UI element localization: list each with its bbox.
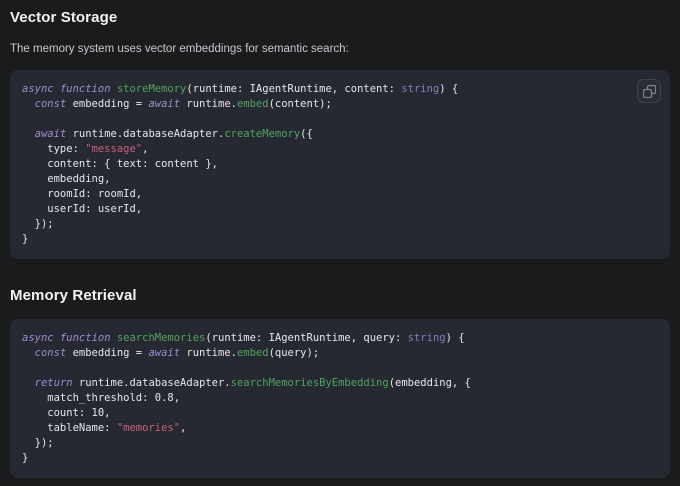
code-line: async function searchMemories(runtime: I… <box>22 331 658 346</box>
copy-code-button[interactable] <box>637 79 661 103</box>
section-heading-memory-retrieval: Memory Retrieval <box>10 286 670 306</box>
code-line <box>22 361 658 376</box>
section-memory-retrieval: Memory Retrieval async function searchMe… <box>10 286 670 478</box>
section-intro-text: The memory system uses vector embeddings… <box>10 41 670 57</box>
code-line: roomId: roomId, <box>22 187 658 202</box>
code-line: tableName: "memories", <box>22 421 658 436</box>
code-line: }); <box>22 436 658 451</box>
code-line: } <box>22 232 658 247</box>
code-line: async function storeMemory(runtime: IAge… <box>22 82 658 97</box>
code-line: content: { text: content }, <box>22 157 658 172</box>
docs-page: Vector Storage The memory system uses ve… <box>0 0 680 478</box>
code-line: userId: userId, <box>22 202 658 217</box>
code-line: const embedding = await runtime.embed(qu… <box>22 346 658 361</box>
code-line: match_threshold: 0.8, <box>22 391 658 406</box>
code-line: return runtime.databaseAdapter.searchMem… <box>22 376 658 391</box>
code-content-search-memories: async function searchMemories(runtime: I… <box>10 331 670 466</box>
code-line: count: 10, <box>22 406 658 421</box>
code-line: embedding, <box>22 172 658 187</box>
code-block-search-memories: async function searchMemories(runtime: I… <box>10 319 670 478</box>
section-heading-vector-storage: Vector Storage <box>10 8 670 28</box>
code-content-store-memory: async function storeMemory(runtime: IAge… <box>10 82 670 247</box>
code-line: }); <box>22 217 658 232</box>
code-line: const embedding = await runtime.embed(co… <box>22 97 658 112</box>
section-vector-storage: Vector Storage The memory system uses ve… <box>10 8 670 259</box>
code-block-store-memory: async function storeMemory(runtime: IAge… <box>10 70 670 259</box>
code-line <box>22 112 658 127</box>
code-line: } <box>22 451 658 466</box>
code-line: await runtime.databaseAdapter.createMemo… <box>22 127 658 142</box>
code-line: type: "message", <box>22 142 658 157</box>
copy-icon <box>643 85 656 98</box>
